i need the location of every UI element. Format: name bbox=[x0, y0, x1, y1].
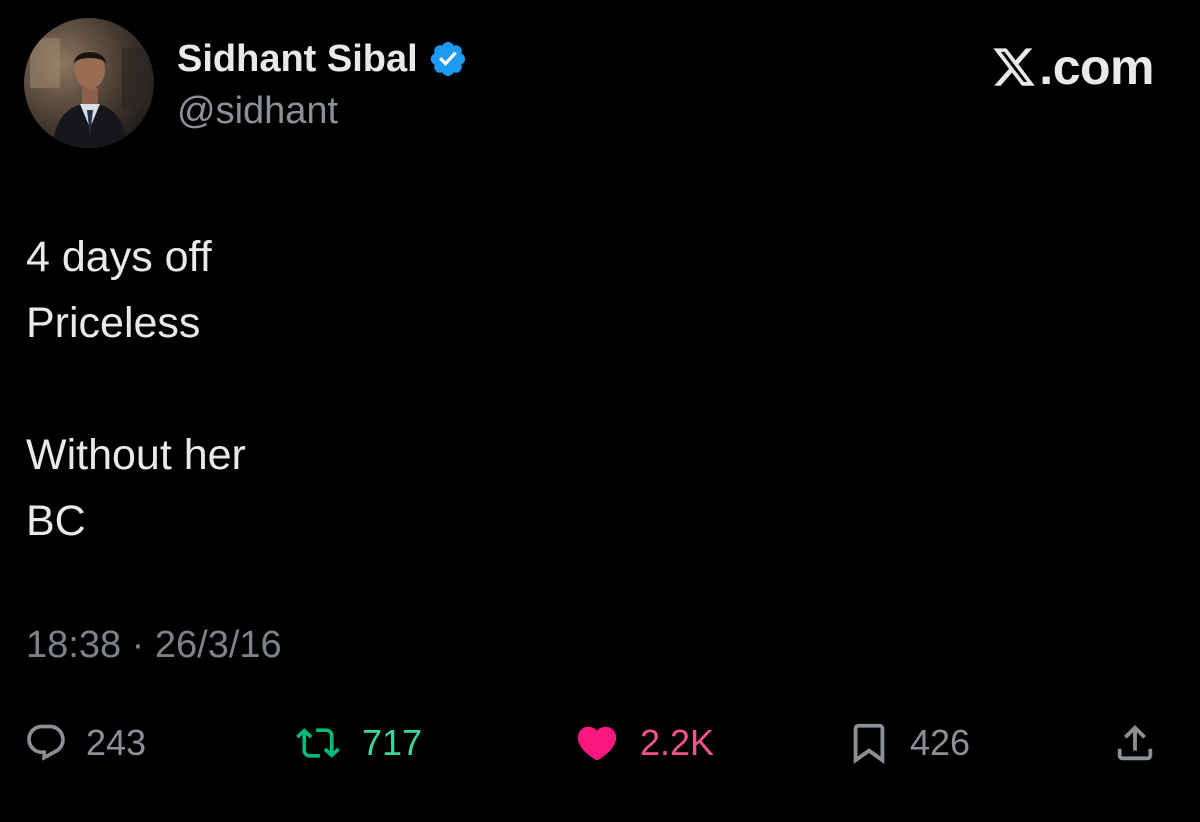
share-icon bbox=[1117, 724, 1153, 761]
repost-count: 717 bbox=[362, 722, 423, 763]
repost-button[interactable]: 717 bbox=[292, 712, 422, 774]
author-display-name[interactable]: Sidhant Sibal bbox=[177, 38, 418, 81]
bookmark-button[interactable]: 426 bbox=[846, 712, 970, 774]
post-text-line: Without her bbox=[26, 431, 246, 479]
verified-badge-icon bbox=[428, 39, 468, 79]
bookmark-count: 426 bbox=[910, 722, 971, 763]
post-text-blank-line bbox=[26, 356, 246, 422]
author-name-row: Sidhant Sibal bbox=[177, 36, 468, 82]
reply-count: 243 bbox=[86, 722, 147, 763]
brand-label: .com bbox=[1039, 39, 1154, 95]
avatar[interactable] bbox=[24, 18, 154, 148]
like-count: 2.2K bbox=[640, 722, 715, 763]
post-text-line: 4 days off bbox=[26, 233, 212, 281]
brand-watermark: .com bbox=[991, 38, 1154, 96]
post-text-line: Priceless bbox=[26, 299, 201, 347]
profile-photo bbox=[24, 18, 154, 148]
author-handle[interactable]: @sidhant bbox=[177, 90, 338, 133]
reply-icon bbox=[27, 724, 65, 761]
post-text-line: BC bbox=[26, 497, 86, 545]
reply-button[interactable]: 243 bbox=[24, 712, 146, 774]
bookmark-icon bbox=[853, 723, 885, 764]
x-logo-icon bbox=[991, 44, 1037, 90]
post-timestamp[interactable]: 18:38 · 26/3/16 bbox=[26, 624, 282, 667]
action-bar: 243 717 2.2K 426 bbox=[0, 712, 1200, 774]
share-button[interactable] bbox=[1112, 712, 1158, 774]
post-text: 4 days off Priceless Without her BC bbox=[26, 224, 246, 554]
heart-icon bbox=[577, 726, 617, 761]
repost-icon bbox=[296, 728, 340, 758]
post-card: Sidhant Sibal @sidhant .com 4 days off P… bbox=[0, 0, 1200, 822]
like-button[interactable]: 2.2K bbox=[572, 712, 714, 774]
